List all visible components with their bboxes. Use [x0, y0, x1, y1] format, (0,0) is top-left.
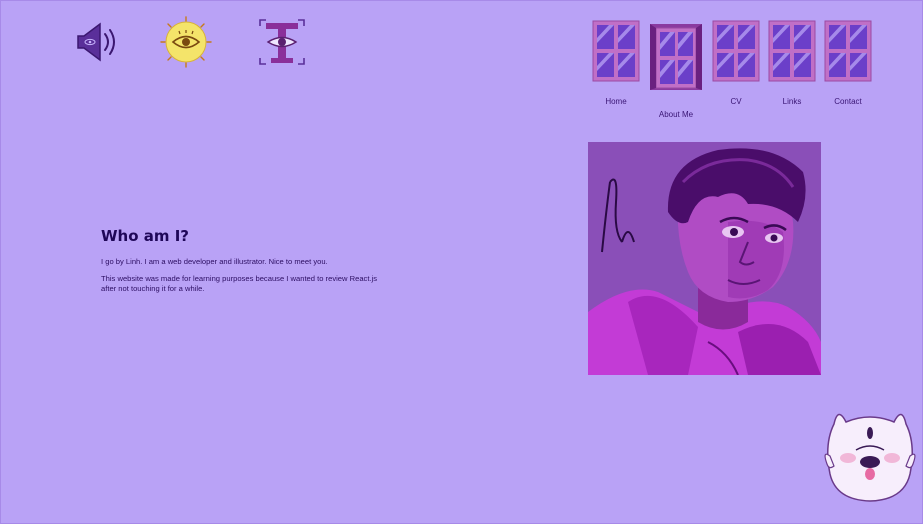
nav-about[interactable]: About Me: [648, 22, 704, 122]
nav-contact[interactable]: Contact: [824, 20, 872, 110]
purpose-text: This website was made for learning purpo…: [101, 274, 378, 293]
mascot-character[interactable]: [824, 404, 916, 504]
nav-label-contact: Contact: [834, 97, 862, 106]
self-portrait-illustration: [588, 142, 821, 375]
nav-label-cv: CV: [730, 97, 742, 106]
intro-text: I go by Linh. I am a web developer and i…: [101, 257, 328, 266]
page-title: Who am I?: [101, 227, 190, 245]
nav-label-links: Links: [782, 97, 802, 106]
nav-label-about: About Me: [658, 110, 694, 119]
nav-label-home: Home: [605, 97, 627, 106]
sun-eye-icon[interactable]: [160, 16, 212, 68]
nav-cv[interactable]: CV: [712, 20, 760, 110]
window-icon: [592, 20, 640, 82]
open-window-icon: [650, 24, 702, 90]
font-eye-icon[interactable]: [256, 16, 308, 68]
nav-links[interactable]: Links: [768, 20, 816, 110]
megaphone-icon[interactable]: [70, 16, 122, 68]
window-icon: [824, 20, 872, 82]
window-icon: [768, 20, 816, 82]
nav-home[interactable]: Home: [592, 20, 640, 110]
window-icon: [712, 20, 760, 82]
